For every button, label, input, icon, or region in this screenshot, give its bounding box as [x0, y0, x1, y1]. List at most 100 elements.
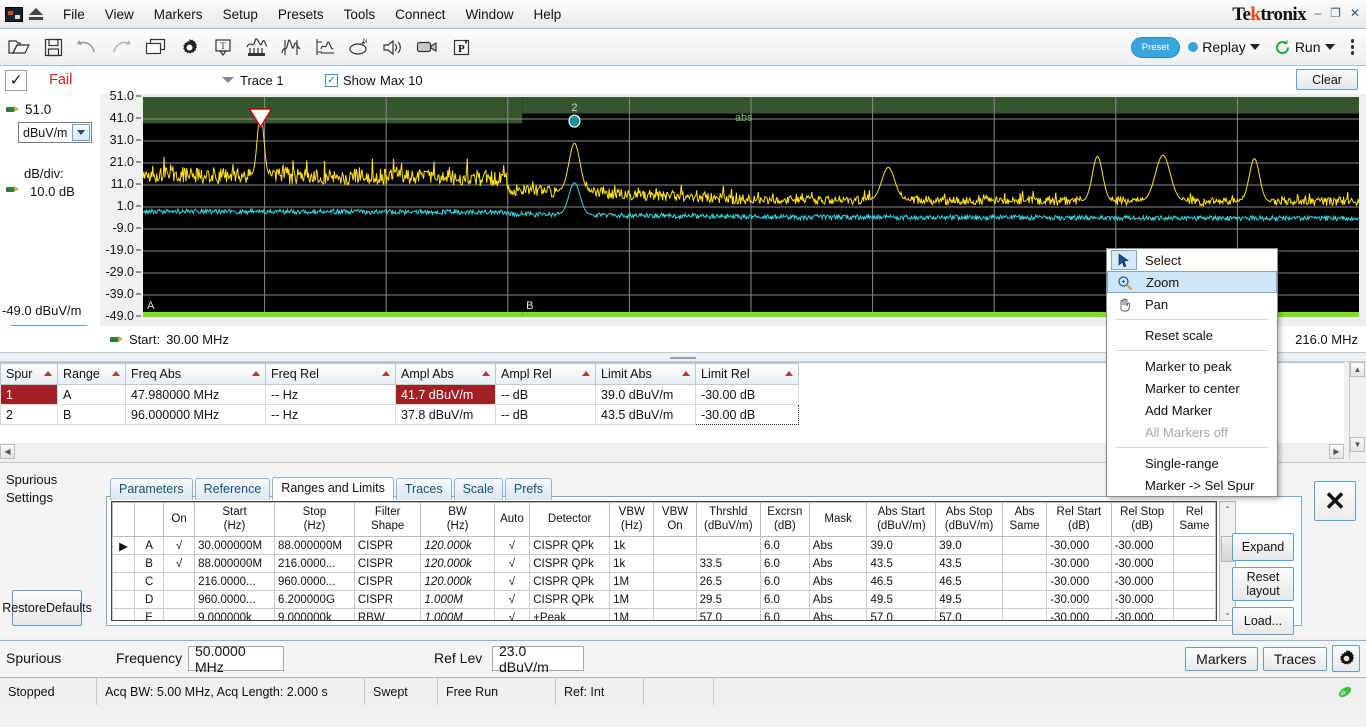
sort-arrow-icon[interactable]: [482, 371, 490, 376]
range-cell-detector[interactable]: CISPR QPk: [530, 591, 610, 609]
settings-gear-icon[interactable]: [174, 32, 204, 62]
range-cell-stop[interactable]: 88.000000M: [274, 537, 354, 555]
context-menu-item-pan[interactable]: Pan: [1107, 293, 1277, 315]
range-col-auto[interactable]: Auto: [494, 503, 530, 537]
range-cell-excrsn[interactable]: 6.0: [760, 609, 809, 622]
tab-reference[interactable]: Reference: [195, 478, 271, 500]
range-cell-rel-same[interactable]: [1173, 591, 1215, 609]
range-cell-vbw-on[interactable]: [654, 609, 696, 622]
close-settings-button[interactable]: ✕: [1314, 481, 1356, 521]
range-cell-rel-stop[interactable]: -30.000: [1111, 573, 1173, 591]
range-cell-detector[interactable]: CISPR QPk: [530, 573, 610, 591]
spur-col-range[interactable]: Range: [58, 364, 126, 385]
context-menu-item-reset-scale[interactable]: Reset scale: [1107, 324, 1277, 346]
range-cell-thrshld[interactable]: 57.0: [696, 609, 760, 622]
tab-prefs[interactable]: Prefs: [505, 478, 552, 500]
range-cell-abs-start[interactable]: 46.5: [867, 573, 936, 591]
range-col-abs-same[interactable]: Abs Same: [1002, 503, 1046, 537]
range-cell-abs-same[interactable]: [1002, 573, 1046, 591]
range-cell-cursor[interactable]: [113, 591, 135, 609]
range-cell-excrsn[interactable]: 6.0: [760, 555, 809, 573]
range-cell-auto[interactable]: √: [494, 591, 530, 609]
range-cell-auto[interactable]: √: [494, 537, 530, 555]
trigger-icon[interactable]: T: [208, 32, 238, 62]
sort-arrow-icon[interactable]: [382, 371, 390, 376]
spur-cell-spur[interactable]: 2: [1, 405, 58, 425]
spur-cell-limit-rel[interactable]: -30.00 dB: [696, 385, 799, 405]
spur-table-row[interactable]: 1A47.980000 MHz-- Hz41.7 dBuV/m-- dB39.0…: [1, 385, 799, 405]
range-col-stop-hz[interactable]: Stop(Hz): [274, 503, 354, 537]
spur-cell-range[interactable]: A: [58, 385, 126, 405]
range-cell-vbw[interactable]: 1k: [610, 555, 654, 573]
range-cell-start[interactable]: 9.000000k: [195, 609, 275, 622]
db-per-div-row[interactable]: dB/div: 10.0 dB: [6, 165, 100, 200]
range-col-rel-start-db[interactable]: Rel Start(dB): [1047, 503, 1111, 537]
range-cell-vbw-on[interactable]: [654, 555, 696, 573]
range-cell-filter[interactable]: CISPR: [354, 591, 421, 609]
sort-arrow-icon[interactable]: [252, 371, 260, 376]
range-cell-name[interactable]: B: [135, 555, 164, 573]
range-table-row[interactable]: E9.000000k9.000000kRBW1.000M√+Peak1M57.0…: [113, 609, 1216, 622]
save-disk-icon[interactable]: [38, 32, 68, 62]
tab-traces[interactable]: Traces: [396, 478, 452, 500]
range-cell-abs-same[interactable]: [1002, 555, 1046, 573]
show-toggle[interactable]: ✓ Show: [325, 73, 376, 88]
range-cell-bw[interactable]: 120.000k: [421, 573, 494, 591]
edit-pencil-icon[interactable]: [6, 104, 19, 115]
range-cell-auto[interactable]: √: [494, 609, 530, 622]
range-col-rel-same[interactable]: Rel Same: [1173, 503, 1215, 537]
range-cell-vbw[interactable]: 1M: [610, 609, 654, 622]
range-cell-abs-stop[interactable]: 57.0: [936, 609, 1003, 622]
tab-ranges-and-limits[interactable]: Ranges and Limits: [272, 477, 394, 500]
context-menu-item-marker-to-peak[interactable]: Marker to peak: [1107, 355, 1277, 377]
replay-chevron-down-icon[interactable]: [1250, 44, 1260, 50]
start-edit-pencil-icon[interactable]: [110, 334, 123, 345]
range-cell-rel-stop[interactable]: -30.000: [1111, 591, 1173, 609]
range-cell-vbw[interactable]: 1M: [610, 591, 654, 609]
range-cell-name[interactable]: A: [135, 537, 164, 555]
range-cell-on[interactable]: [164, 591, 195, 609]
context-menu-item-select[interactable]: Select: [1107, 249, 1277, 271]
range-cell-rel-same[interactable]: [1173, 609, 1215, 622]
range-col-on[interactable]: On: [164, 503, 195, 537]
range-col-vbw-on[interactable]: VBW On: [654, 503, 696, 537]
range-cell-start[interactable]: 216.0000...: [195, 573, 275, 591]
tab-parameters[interactable]: Parameters: [110, 478, 193, 500]
scroll-right-arrow-icon[interactable]: ▶: [1329, 444, 1344, 459]
frequency-input[interactable]: 50.0000 MHz: [188, 646, 284, 671]
preset-button[interactable]: Preset: [1131, 37, 1180, 58]
range-col-abs-stop-dbuv-m[interactable]: Abs Stop(dBuV/m): [936, 503, 1003, 537]
range-cell-excrsn[interactable]: 6.0: [760, 591, 809, 609]
more-options-icon[interactable]: [1343, 35, 1363, 59]
range-cell-mask[interactable]: Abs: [809, 573, 867, 591]
spur-col-spur[interactable]: Spur: [1, 364, 58, 385]
spur-cell-limit-abs[interactable]: 43.5 dBuV/m: [596, 405, 696, 425]
measure-icon[interactable]: [310, 32, 340, 62]
range-col-excrsn-db[interactable]: Excrsn(dB): [760, 503, 809, 537]
print-icon[interactable]: P: [446, 32, 476, 62]
passfail-checkbox[interactable]: ✓: [5, 70, 27, 91]
range-cell-on[interactable]: [164, 573, 195, 591]
sort-arrow-icon[interactable]: [44, 371, 52, 376]
range-cell-rel-same[interactable]: [1173, 537, 1215, 555]
context-menu-item-zoom[interactable]: Zoom: [1107, 271, 1277, 293]
range-col-blank-0[interactable]: [113, 503, 135, 537]
range-col-mask[interactable]: Mask: [809, 503, 867, 537]
range-cell-abs-start[interactable]: 57.0: [867, 609, 936, 622]
spur-cell-freq-rel[interactable]: -- Hz: [266, 405, 396, 425]
range-cell-thrshld[interactable]: 29.5: [696, 591, 760, 609]
range-cell-vbw[interactable]: 1k: [610, 537, 654, 555]
minimize-button[interactable]: –: [1314, 6, 1321, 20]
ref-lev-input[interactable]: 23.0 dBuV/m: [492, 646, 584, 671]
range-cell-rel-same[interactable]: [1173, 555, 1215, 573]
context-menu-item-single-range[interactable]: Single-range: [1107, 452, 1277, 474]
scroll-down-arrow-icon[interactable]: ▼: [1350, 437, 1365, 452]
range-cell-detector[interactable]: CISPR QPk: [530, 555, 610, 573]
range-cell-vbw[interactable]: 1M: [610, 573, 654, 591]
run-chevron-down-icon[interactable]: [1325, 44, 1335, 50]
range-cell-abs-start[interactable]: 43.5: [867, 555, 936, 573]
run-control[interactable]: Run: [1268, 36, 1341, 59]
dbdiv-edit-pencil-icon[interactable]: [6, 184, 19, 195]
range-cell-rel-start[interactable]: -30.000: [1047, 537, 1111, 555]
range-cell-auto[interactable]: √: [494, 573, 530, 591]
